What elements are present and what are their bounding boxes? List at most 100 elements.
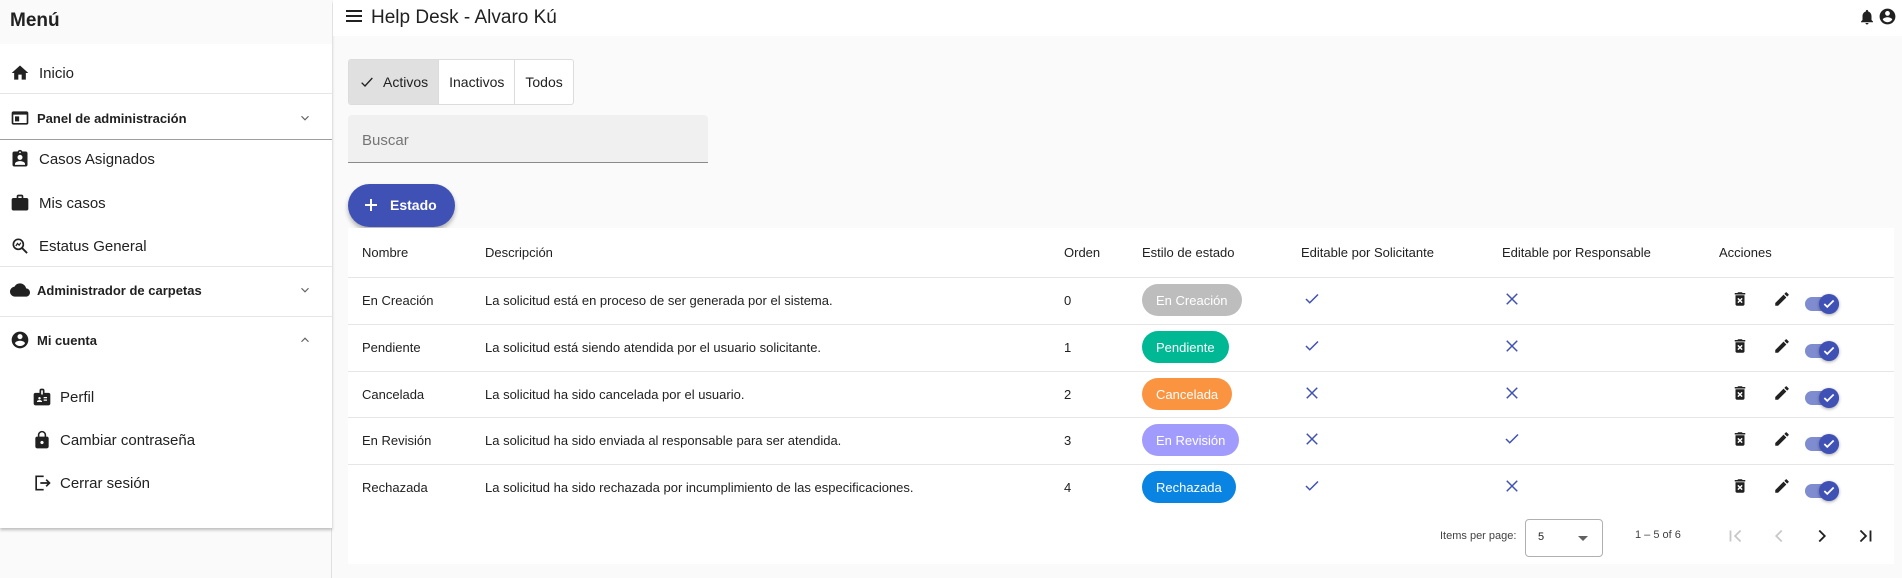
dropdown-arrow-icon (1578, 536, 1588, 541)
edit-icon[interactable] (1773, 477, 1791, 495)
column-header-editable-responsable[interactable]: Editable por Responsable (1502, 245, 1651, 260)
status-badge: En Revisión (1142, 424, 1240, 456)
check-icon (1505, 433, 1519, 444)
sidebar: Menú Inicio Panel de administración Caso… (0, 0, 332, 578)
check-icon (1823, 486, 1835, 496)
briefcase-icon (11, 194, 29, 211)
first-page-icon[interactable] (1725, 525, 1747, 547)
toggle-thumb (1819, 434, 1839, 454)
divider (0, 266, 332, 267)
edit-icon[interactable] (1773, 430, 1791, 448)
status-badge: Cancelada (1142, 378, 1233, 410)
check-icon (1305, 340, 1319, 351)
sidebar-item-mis-casos[interactable]: Mis casos (0, 190, 332, 216)
active-toggle[interactable] (1805, 294, 1839, 314)
dashboard-icon (11, 111, 29, 125)
check-icon (1823, 299, 1835, 309)
active-toggle[interactable] (1805, 434, 1839, 454)
sidebar-item-label: Mi cuenta (37, 332, 97, 348)
add-estado-button[interactable]: Estado (348, 184, 455, 227)
close-icon (1306, 387, 1318, 399)
cell-orden: 3 (1064, 433, 1072, 448)
cell-nombre: Cancelada (362, 387, 425, 402)
cell-orden: 2 (1064, 387, 1072, 402)
cell-nombre: En Creación (362, 293, 434, 308)
column-header-acciones: Acciones (1719, 245, 1772, 260)
delete-icon[interactable] (1731, 384, 1749, 402)
previous-page-icon[interactable] (1768, 525, 1790, 547)
cell-descripcion: La solicitud ha sido enviada al responsa… (485, 433, 842, 448)
sidebar-item-mi-cuenta[interactable]: Mi cuenta (0, 327, 332, 353)
column-header-orden[interactable]: Orden (1064, 245, 1100, 260)
logout-icon (35, 475, 51, 491)
cell-nombre: En Revisión (362, 433, 432, 448)
last-page-icon[interactable] (1854, 525, 1876, 547)
status-filter-toggle-group: Activos Inactivos Todos (348, 59, 574, 105)
cell-descripcion: La solicitud está en proceso de ser gene… (485, 293, 833, 308)
cell-nombre: Pendiente (362, 340, 421, 355)
edit-icon[interactable] (1773, 290, 1791, 308)
check-icon (1305, 480, 1319, 491)
cell-orden: 4 (1064, 480, 1072, 495)
account-circle-icon[interactable] (1878, 7, 1897, 26)
delete-icon[interactable] (1731, 290, 1749, 308)
active-toggle[interactable] (1805, 341, 1839, 361)
plus-icon (365, 199, 377, 211)
table-row: En Revisión La solicitud ha sido enviada … (348, 417, 1894, 464)
column-header-editable-solicitante[interactable]: Editable por Solicitante (1301, 245, 1434, 260)
edit-icon[interactable] (1773, 337, 1791, 355)
search-input[interactable] (362, 129, 692, 151)
estados-table: Nombre Descripción Orden Estilo de estad… (348, 228, 1894, 564)
divider (0, 93, 332, 94)
tab-inactivos[interactable]: Inactivos (439, 60, 516, 104)
cloud-icon (10, 283, 30, 297)
active-toggle[interactable] (1805, 481, 1839, 501)
sidebar-item-panel-admin[interactable]: Panel de administración (0, 105, 332, 131)
cell-descripcion: La solicitud ha sido rechazada por incum… (485, 480, 914, 495)
sidebar-item-cambiar-contrasena[interactable]: Cambiar contraseña (0, 427, 332, 453)
badge-icon (33, 388, 51, 406)
sidebar-item-casos-asignados[interactable]: Casos Asignados (0, 146, 332, 172)
tab-todos[interactable]: Todos (515, 60, 572, 104)
column-header-estilo[interactable]: Estilo de estado (1142, 245, 1235, 260)
account-circle-icon (11, 331, 29, 349)
active-toggle[interactable] (1805, 388, 1839, 408)
sidebar-item-estatus-general[interactable]: Estatus General (0, 233, 332, 259)
sidebar-item-admin-carpetas[interactable]: Administrador de carpetas (0, 277, 332, 303)
toggle-thumb (1819, 481, 1839, 501)
delete-icon[interactable] (1731, 337, 1749, 355)
home-icon (11, 65, 29, 80)
assignment-ind-icon (12, 149, 28, 167)
tab-label: Activos (383, 74, 429, 90)
sidebar-item-inicio[interactable]: Inicio (0, 60, 332, 86)
next-page-icon[interactable] (1811, 525, 1833, 547)
table-row: Rechazada La solicitud ha sido rechazada … (348, 464, 1894, 511)
column-header-descripcion[interactable]: Descripción (485, 245, 553, 260)
hamburger-menu-icon[interactable] (346, 9, 362, 23)
delete-icon[interactable] (1731, 430, 1749, 448)
sidebar-item-cerrar-sesion[interactable]: Cerrar sesión (0, 470, 332, 496)
cell-orden: 1 (1064, 340, 1072, 355)
column-header-nombre[interactable]: Nombre (362, 245, 408, 260)
toggle-thumb (1819, 294, 1839, 314)
cell-descripcion: La solicitud ha sido cancelada por el us… (485, 387, 745, 402)
check-icon (1305, 293, 1319, 304)
cell-descripcion: La solicitud está siendo atendida por el… (485, 340, 822, 355)
tab-label: Inactivos (449, 74, 505, 90)
status-badge: Rechazada (1142, 471, 1236, 503)
add-button-label: Estado (390, 197, 437, 213)
cell-nombre: Rechazada (362, 480, 428, 495)
search-field (348, 115, 708, 163)
check-icon (361, 77, 373, 87)
edit-icon[interactable] (1773, 384, 1791, 402)
lock-icon (35, 430, 49, 449)
sidebar-item-label: Cambiar contraseña (60, 431, 196, 449)
sidebar-item-label: Estatus General (39, 237, 147, 255)
toggle-thumb (1819, 341, 1839, 361)
notifications-icon[interactable] (1858, 8, 1876, 26)
delete-icon[interactable] (1731, 477, 1749, 495)
page-size-select[interactable]: 5 (1525, 519, 1603, 557)
tab-activos[interactable]: Activos (349, 60, 440, 104)
close-icon (1506, 340, 1518, 352)
sidebar-item-perfil[interactable]: Perfil (0, 384, 332, 410)
